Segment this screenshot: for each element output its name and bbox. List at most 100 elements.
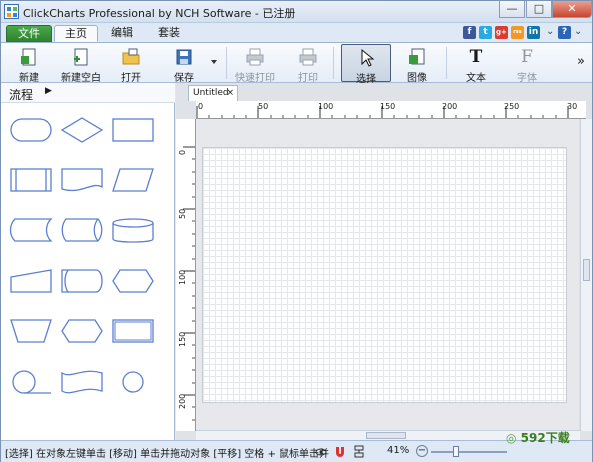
- predefined-process-shape[interactable]: [9, 165, 53, 195]
- quick-print-icon: [246, 48, 264, 66]
- save-dropdown[interactable]: [209, 44, 219, 82]
- quick-print-button[interactable]: 快速打印: [232, 44, 278, 84]
- zoom-out-button[interactable]: −: [416, 445, 428, 457]
- image-button[interactable]: 图像: [399, 44, 435, 84]
- title-bar: ClickCharts Professional by NCH Software…: [1, 1, 592, 23]
- ruler-label: 250: [504, 102, 520, 111]
- ruler-label: 50: [178, 208, 187, 219]
- horizontal-scroll-thumb[interactable]: [366, 432, 406, 439]
- help-dropdown-icon[interactable]: ⌄: [574, 26, 582, 37]
- data-shape[interactable]: [111, 165, 155, 195]
- print-button[interactable]: 打印: [290, 44, 326, 84]
- direct-data-shape[interactable]: [60, 215, 104, 245]
- snap-magnet-icon[interactable]: [334, 445, 346, 458]
- manual-operation-shape[interactable]: [9, 316, 53, 346]
- linkedin-icon[interactable]: in: [527, 26, 540, 39]
- text-t-icon: T: [469, 47, 483, 67]
- more-chevron-icon: »: [577, 54, 585, 69]
- ribbon-more-button[interactable]: »: [575, 44, 589, 82]
- new-blank-label: 新建空白: [61, 73, 101, 84]
- close-tab-icon[interactable]: ×: [226, 86, 234, 101]
- window-title: ClickCharts Professional by NCH Software…: [23, 7, 296, 20]
- save-dropdown-arrow-icon: [211, 60, 217, 64]
- decision-shape[interactable]: [60, 115, 104, 145]
- category-label: 流程: [9, 88, 34, 102]
- open-button[interactable]: 打开: [114, 44, 148, 84]
- facebook-icon[interactable]: f: [463, 26, 476, 39]
- sequential-data-shape[interactable]: [9, 367, 53, 397]
- help-icon[interactable]: ?: [558, 26, 571, 39]
- vertical-scrollbar[interactable]: [580, 119, 592, 431]
- drawing-canvas[interactable]: [196, 119, 579, 431]
- rss-icon[interactable]: rss: [511, 26, 524, 39]
- zoom-level: 41%: [387, 445, 410, 456]
- new-button[interactable]: 新建: [10, 44, 48, 84]
- stored-data-shape[interactable]: [9, 215, 53, 245]
- select-tool-button[interactable]: 选择: [341, 44, 391, 85]
- text-label: 文本: [466, 73, 486, 84]
- ribbon-toolbar: 新建 新建空白 打开 保存 快速打印 打印 选择 图像 T 文本 F 字体 »: [1, 42, 592, 85]
- eye-icon[interactable]: [315, 445, 327, 458]
- vertical-scroll-thumb[interactable]: [583, 259, 590, 281]
- ruler-label: 200: [178, 393, 187, 409]
- ruler-label: 50: [258, 102, 269, 111]
- twitter-icon[interactable]: t: [479, 26, 492, 39]
- new-blank-button[interactable]: 新建空白: [56, 44, 106, 84]
- minimize-button[interactable]: —: [499, 1, 525, 18]
- tab-file[interactable]: 文件: [6, 25, 52, 42]
- cursor-icon: [361, 48, 375, 67]
- zoom-slider[interactable]: [431, 451, 507, 453]
- manual-input-shape[interactable]: [9, 266, 53, 296]
- watermark-logo: ◎ 592下载: [506, 431, 570, 445]
- app-icon: [4, 4, 19, 19]
- document-tab[interactable]: Untitled ×: [188, 85, 238, 101]
- ruler-label: 150: [178, 331, 187, 347]
- database-shape[interactable]: [111, 215, 155, 245]
- connector-shape[interactable]: [111, 367, 155, 397]
- status-hint-text: [选择] 在对象左键单击 [移动] 单击并拖动对象 [平移] 空格 + 鼠标单击…: [5, 449, 330, 460]
- printer-icon: [299, 48, 317, 66]
- tab-suite[interactable]: 套装: [148, 25, 190, 42]
- display-shape[interactable]: [60, 316, 104, 346]
- process-shape[interactable]: [111, 115, 155, 145]
- app-window: ClickCharts Professional by NCH Software…: [0, 0, 593, 462]
- ruler-label: 100: [318, 102, 334, 111]
- category-expand-icon[interactable]: ▶: [45, 86, 52, 96]
- font-button[interactable]: F 字体: [506, 44, 548, 84]
- blank-doc-icon: [74, 48, 88, 66]
- preparation-shape[interactable]: [111, 266, 155, 296]
- document-shape[interactable]: [60, 165, 104, 195]
- chevron-down-icon[interactable]: ⌄: [546, 26, 554, 37]
- canvas-area: Untitled × 0 50 100 150 200 250 30 0 50 …: [176, 83, 592, 440]
- ruler-label: 150: [380, 102, 396, 111]
- text-button[interactable]: T 文本: [457, 44, 495, 84]
- ruler-label: 0: [198, 102, 204, 111]
- open-label: 打开: [121, 73, 141, 84]
- ribbon-separator: [446, 47, 447, 79]
- maximize-button[interactable]: □: [526, 1, 552, 18]
- zoom-slider-knob[interactable]: [453, 446, 459, 457]
- ruler-label: 200: [442, 102, 458, 111]
- save-label: 保存: [174, 73, 194, 84]
- internal-storage-shape[interactable]: [111, 316, 155, 346]
- tab-edit[interactable]: 编辑: [101, 25, 143, 42]
- tab-home[interactable]: 主页: [54, 25, 98, 42]
- print-label: 打印: [298, 73, 318, 84]
- document-tab-label: Untitled: [193, 88, 229, 98]
- quick-print-label: 快速打印: [235, 73, 275, 84]
- new-label: 新建: [19, 73, 39, 84]
- save-disk-icon: [176, 49, 192, 65]
- google-plus-icon[interactable]: g+: [495, 26, 508, 39]
- font-label: 字体: [517, 73, 537, 84]
- terminator-shape[interactable]: [9, 115, 53, 145]
- delay-shape[interactable]: [60, 266, 104, 296]
- ruler-label: 30: [567, 102, 578, 111]
- page-grid[interactable]: [202, 147, 567, 403]
- shape-category-header[interactable]: 流程 ▶: [1, 83, 175, 103]
- save-button[interactable]: 保存: [166, 44, 202, 84]
- close-button[interactable]: ✕: [552, 1, 592, 18]
- align-icon[interactable]: [353, 445, 365, 458]
- ribbon-tabs: 文件 主页 编辑 套装 f t g+ rss in ⌄ ? ⌄: [1, 23, 592, 42]
- image-icon: [409, 48, 425, 65]
- punched-tape-shape[interactable]: [60, 367, 104, 397]
